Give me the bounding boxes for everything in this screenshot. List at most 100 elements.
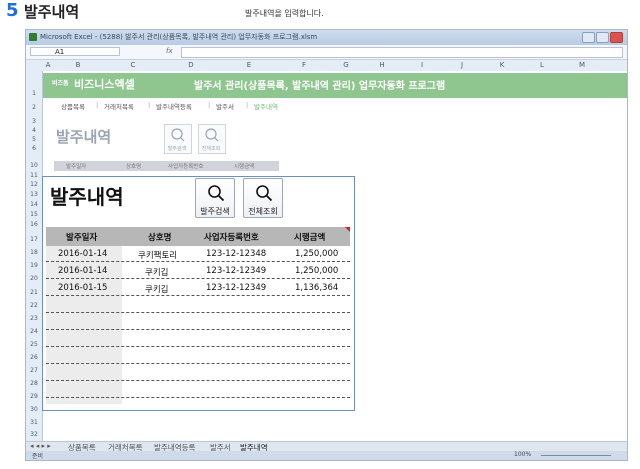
table-cell-amount[interactable]: 1,250,000 bbox=[295, 249, 338, 259]
column-f[interactable]: F bbox=[278, 61, 330, 69]
column-i[interactable]: I bbox=[402, 61, 442, 69]
excel-app-icon bbox=[29, 33, 37, 41]
tab-scroll-arrows[interactable]: ◂ ◂ ▸ ▸ bbox=[30, 442, 51, 450]
row-number[interactable]: 28 bbox=[26, 380, 42, 387]
column-e[interactable]: E bbox=[220, 61, 278, 69]
formula-input[interactable] bbox=[181, 47, 623, 58]
title-bar: Microsoft Excel - (5288) 발주서 관리(상품목록, 발주… bbox=[26, 30, 627, 45]
table-row-divider bbox=[46, 278, 350, 279]
formula-bar: A1 fx bbox=[26, 45, 627, 60]
row-number[interactable]: 19 bbox=[26, 262, 42, 269]
row-number[interactable]: 21 bbox=[26, 289, 42, 296]
table-cell-amount[interactable]: 1,136,364 bbox=[295, 283, 338, 293]
table-row-divider bbox=[46, 329, 350, 330]
column-c[interactable]: C bbox=[104, 61, 162, 69]
sheet-search-label: 발주검색 bbox=[167, 146, 187, 152]
step-description: 발주내역을 입력합니다. bbox=[245, 9, 324, 18]
close-button[interactable] bbox=[610, 32, 623, 43]
row-number[interactable]: 29 bbox=[26, 393, 42, 400]
search-icon bbox=[208, 185, 225, 202]
column-m[interactable]: M bbox=[562, 61, 602, 69]
row-number[interactable]: 23 bbox=[26, 315, 42, 322]
row-number[interactable]: 17 bbox=[26, 236, 42, 243]
step-number: 5 bbox=[6, 0, 19, 21]
comment-indicator bbox=[345, 227, 350, 232]
column-d[interactable]: D bbox=[162, 61, 220, 69]
table-cell-biz-no[interactable]: 123-12-12349 bbox=[206, 266, 266, 276]
nav-separator: | bbox=[148, 101, 151, 109]
table-row-divider bbox=[46, 312, 350, 313]
row-number[interactable]: 25 bbox=[26, 341, 42, 348]
search-icon bbox=[171, 128, 185, 142]
row-number[interactable]: 1 bbox=[26, 90, 42, 97]
table-cell-biz-no[interactable]: 123-12-12348 bbox=[206, 249, 266, 259]
row-number[interactable]: 5 bbox=[26, 136, 42, 143]
row-number[interactable]: 26 bbox=[26, 354, 42, 361]
column-h[interactable]: H bbox=[362, 61, 402, 69]
row-number[interactable]: 2 bbox=[26, 104, 42, 111]
row-number[interactable]: 13 bbox=[26, 191, 42, 198]
row-number[interactable]: 18 bbox=[26, 249, 42, 256]
search-icon bbox=[205, 128, 219, 142]
row-number[interactable]: 3 bbox=[26, 118, 42, 125]
row-number[interactable]: 16 bbox=[26, 221, 42, 228]
order-search-button[interactable]: 발주검색 bbox=[195, 178, 235, 218]
window-title: Microsoft Excel - (5288) 발주서 관리(상품목록, 발주… bbox=[40, 33, 318, 41]
maximize-button[interactable] bbox=[596, 32, 609, 43]
nav-vendor-list[interactable]: 거래처목록 bbox=[104, 101, 134, 111]
zoom-slider[interactable] bbox=[541, 455, 611, 456]
panel-title: 발주내역 bbox=[50, 185, 124, 209]
table-cell-biz-no[interactable]: 123-12-12349 bbox=[206, 283, 266, 293]
row-number[interactable]: 15 bbox=[26, 211, 42, 218]
table-cell-company[interactable]: 쿠키팩토리 bbox=[138, 249, 177, 261]
row-number[interactable]: 31 bbox=[26, 419, 42, 426]
row-number[interactable]: 4 bbox=[26, 127, 42, 134]
table-cell-date[interactable]: 2016-01-14 bbox=[58, 266, 107, 276]
column-l[interactable]: L bbox=[522, 61, 562, 69]
table-cell-date[interactable]: 2016-01-14 bbox=[58, 249, 107, 259]
table-row-divider bbox=[46, 261, 350, 262]
nav-product-list[interactable]: 상품목록 bbox=[61, 101, 85, 111]
column-header-amount: 시행금액 bbox=[294, 233, 326, 243]
column-a[interactable]: A bbox=[44, 61, 52, 69]
row-number[interactable]: 14 bbox=[26, 201, 42, 208]
view-all-label: 전체조회 bbox=[248, 207, 278, 216]
search-icon bbox=[256, 185, 273, 202]
sheet-col-biz-no: 사업자등록번호 bbox=[168, 164, 204, 170]
row-number[interactable]: 20 bbox=[26, 275, 42, 282]
step-title: 발주내역 bbox=[24, 3, 80, 21]
table-cell-amount[interactable]: 1,250,000 bbox=[295, 266, 338, 276]
zoom-level[interactable]: 100% bbox=[514, 451, 531, 458]
row-number[interactable]: 22 bbox=[26, 302, 42, 309]
column-g[interactable]: G bbox=[330, 61, 362, 69]
row-number[interactable]: 27 bbox=[26, 367, 42, 374]
nav-order-entry[interactable]: 발주내역등록 bbox=[156, 101, 192, 111]
name-box[interactable]: A1 bbox=[30, 47, 120, 56]
nav-separator: | bbox=[246, 101, 249, 109]
table-row-divider bbox=[46, 295, 350, 296]
fx-icon[interactable]: fx bbox=[166, 47, 173, 55]
row-number[interactable]: 11 bbox=[26, 172, 42, 179]
nav-purchase-order[interactable]: 발주서 bbox=[216, 101, 234, 111]
table-cell-company[interactable]: 쿠키깁 bbox=[145, 283, 168, 295]
row-number[interactable]: 30 bbox=[26, 406, 42, 413]
row-number[interactable]: 32 bbox=[26, 431, 42, 438]
row-number[interactable]: 6 bbox=[26, 145, 42, 152]
table-row-divider bbox=[46, 346, 350, 347]
column-k[interactable]: K bbox=[482, 61, 522, 69]
table-row-divider bbox=[46, 397, 350, 398]
column-b[interactable]: B bbox=[52, 61, 104, 69]
row-number[interactable]: 24 bbox=[26, 328, 42, 335]
column-j[interactable]: J bbox=[442, 61, 482, 69]
minimize-button[interactable] bbox=[582, 32, 595, 43]
nav-separator: | bbox=[208, 101, 211, 109]
table-cell-date[interactable]: 2016-01-15 bbox=[58, 283, 107, 293]
table-row-divider bbox=[46, 363, 350, 364]
row-number[interactable]: 12 bbox=[26, 181, 42, 188]
view-all-button[interactable]: 전체조회 bbox=[243, 178, 283, 218]
column-header-company: 상호명 bbox=[148, 233, 172, 243]
brand-small-logo: 비즈폼 bbox=[52, 80, 69, 87]
nav-order-history[interactable]: 발주내역 bbox=[254, 101, 278, 111]
row-number[interactable]: 10 bbox=[26, 162, 42, 169]
table-cell-company[interactable]: 쿠키깁 bbox=[145, 266, 168, 278]
